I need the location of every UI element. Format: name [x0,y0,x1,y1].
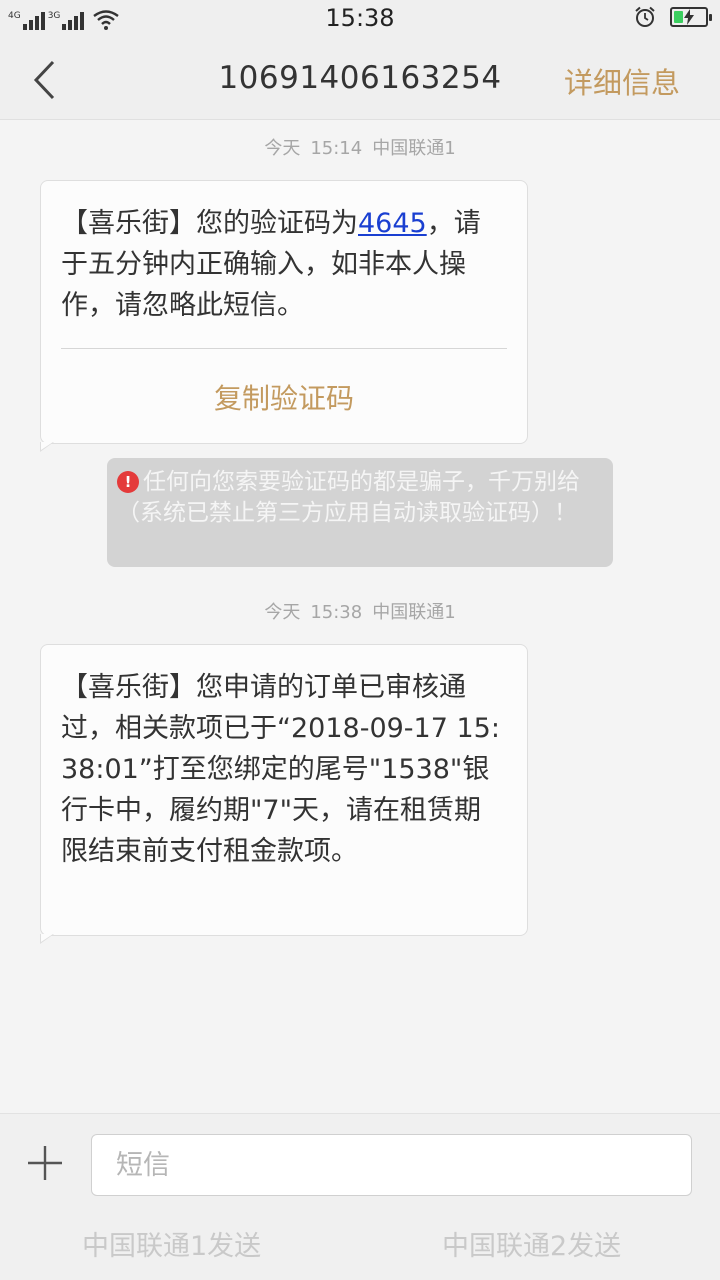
conversation-header: 10691406163254 详细信息 [0,38,720,120]
charging-icon [684,9,694,25]
send-sim2-button[interactable]: 中国联通2发送 [442,1224,621,1263]
send-sim1-button[interactable]: 中国联通1发送 [82,1224,261,1263]
message-text-before: 【喜乐街】您的验证码为 [61,208,358,239]
plus-icon [28,1146,62,1180]
status-bar: 4G 3G 15:38 [0,0,720,38]
alarm-icon [635,6,655,27]
attach-button[interactable] [26,1144,64,1182]
timestamp-sim: 中国联通1 [372,138,456,159]
sms-input[interactable] [91,1134,692,1196]
timestamp-time: 15:14 [310,138,363,159]
security-warning: ! 任何向您索要验证码的都是骗子，千万别给（系统已禁止第三方应用自动读取验证码）！ [107,458,613,567]
battery-icon [670,7,712,27]
message-bubble[interactable]: 【喜乐街】您申请的订单已审核通过，相关款项已于“2018-09-17 15:38… [40,644,528,944]
message-timestamp: 今天 15:38 中国联通1 [0,598,720,624]
alert-icon: ! [117,471,139,493]
copy-code-button[interactable]: 复制验证码 [41,349,527,443]
timestamp-time: 15:38 [310,602,363,623]
message-timestamp: 今天 15:14 中国联通1 [0,134,720,160]
status-right [634,6,712,28]
verification-code-link[interactable]: 4645 [358,208,427,239]
battery-level [674,11,683,23]
details-button[interactable]: 详细信息 [564,60,680,102]
timestamp-sim: 中国联通1 [372,602,456,623]
message-bubble[interactable]: 【喜乐街】您的验证码为4645，请于五分钟内正确输入，如非本人操作，请忽略此短信… [40,180,528,452]
composer-bar: 中国联通1发送 中国联通2发送 [0,1113,720,1280]
warning-text: 任何向您索要验证码的都是骗子，千万别给（系统已禁止第三方应用自动读取验证码）！ [117,469,580,526]
message-text: 【喜乐街】您的验证码为4645，请于五分钟内正确输入，如非本人操作，请忽略此短信… [41,181,527,326]
status-time: 15:38 [325,4,395,32]
message-text: 【喜乐街】您申请的订单已审核通过，相关款项已于“2018-09-17 15:38… [61,672,500,867]
timestamp-day: 今天 [264,138,301,159]
timestamp-day: 今天 [264,602,301,623]
